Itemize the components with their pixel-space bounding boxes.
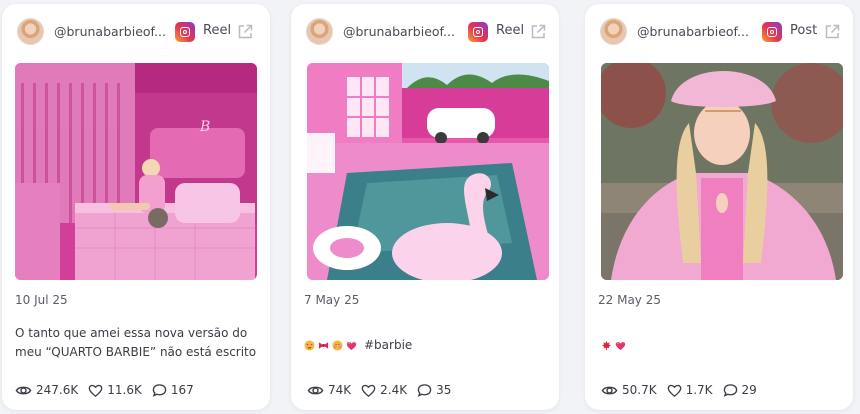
- comment-bubble-icon: [152, 383, 167, 397]
- post-image[interactable]: [307, 63, 549, 280]
- views-count: 74K: [328, 383, 352, 397]
- likes-count: 2.4K: [380, 383, 408, 397]
- username[interactable]: @brunabarbieof...: [637, 24, 755, 39]
- post-stats: 74K 2.4K 35: [307, 380, 461, 400]
- post-card[interactable]: @brunabarbieof... Reel 7 May 25 #barbie …: [291, 4, 559, 410]
- views-stat: 247.6K: [15, 382, 78, 399]
- pink-bow-icon: [318, 341, 329, 349]
- external-link-icon[interactable]: [823, 23, 841, 41]
- avatar[interactable]: [306, 18, 333, 45]
- eye-icon: [601, 386, 618, 394]
- card-header: @brunabarbieof... Reel: [291, 18, 559, 48]
- eye-icon: [15, 386, 32, 394]
- username[interactable]: @brunabarbieof...: [54, 24, 172, 39]
- views-stat: 74K: [307, 382, 351, 399]
- post-type-label: Reel: [496, 23, 525, 38]
- heart-eyes-icon: [304, 339, 315, 351]
- card-header: @brunabarbieof... Post: [585, 18, 853, 48]
- post-image[interactable]: B: [15, 63, 257, 280]
- comments-count: 29: [741, 383, 757, 397]
- post-card[interactable]: @brunabarbieof... Post 22 May 25 50.7K 1…: [585, 4, 853, 410]
- post-card[interactable]: @brunabarbieof... Reel B 10 Jul 25 O tan…: [2, 4, 270, 410]
- likes-count: 11.6K: [107, 383, 142, 397]
- avatar[interactable]: [17, 18, 44, 45]
- svg-text:B: B: [199, 119, 210, 135]
- caption-line: meu “QUARTO BARBIE” não está escrito....: [15, 345, 257, 359]
- views-stat: 50.7K: [601, 382, 657, 399]
- card-header: @brunabarbieof... Reel: [2, 18, 270, 48]
- comments-count: 167: [170, 383, 194, 397]
- likes-count: 1.7K: [685, 383, 713, 397]
- shy-face-icon: [332, 339, 343, 351]
- sparkling-heart-icon: [346, 341, 357, 350]
- post-date: 10 Jul 25: [15, 293, 68, 307]
- views-count: 247.6K: [36, 383, 79, 397]
- post-stats: 50.7K 1.7K 29: [601, 380, 767, 400]
- post-image[interactable]: [601, 63, 843, 280]
- username[interactable]: @brunabarbieof...: [343, 24, 461, 39]
- external-link-icon[interactable]: [529, 23, 547, 41]
- instagram-icon: [175, 22, 195, 42]
- heart-icon: [361, 384, 376, 397]
- comments-stat: 29: [723, 383, 757, 398]
- post-type-label: Post: [790, 23, 818, 38]
- heart-icon: [667, 384, 681, 397]
- maple-leaf-icon: [601, 340, 612, 350]
- likes-stat: 1.7K: [667, 383, 713, 398]
- comments-stat: 167: [152, 383, 194, 398]
- sparkling-heart-icon: [615, 341, 626, 350]
- external-link-icon[interactable]: [236, 23, 254, 41]
- likes-stat: 2.4K: [361, 383, 407, 398]
- eye-icon: [307, 386, 324, 394]
- instagram-icon: [762, 22, 782, 42]
- caption-line: O tanto que amei essa nova versão do: [15, 326, 248, 340]
- caption-hashtag: #barbie: [364, 338, 413, 352]
- post-stats: 247.6K 11.6K 167: [15, 380, 204, 400]
- caption-emoji-row: [601, 337, 626, 353]
- heart-icon: [88, 384, 103, 397]
- views-count: 50.7K: [622, 383, 657, 397]
- post-type-label: Reel: [203, 23, 232, 38]
- post-date: 22 May 25: [598, 293, 661, 307]
- comment-bubble-icon: [723, 383, 737, 397]
- post-date: 7 May 25: [304, 293, 360, 307]
- comment-bubble-icon: [417, 383, 432, 397]
- caption-emoji-row: #barbie: [304, 337, 412, 353]
- comments-count: 35: [436, 383, 452, 397]
- likes-stat: 11.6K: [88, 383, 142, 398]
- post-caption: O tanto que amei essa nova versão do meu…: [15, 324, 257, 362]
- instagram-icon: [468, 22, 488, 42]
- avatar[interactable]: [600, 18, 627, 45]
- comments-stat: 35: [417, 383, 451, 398]
